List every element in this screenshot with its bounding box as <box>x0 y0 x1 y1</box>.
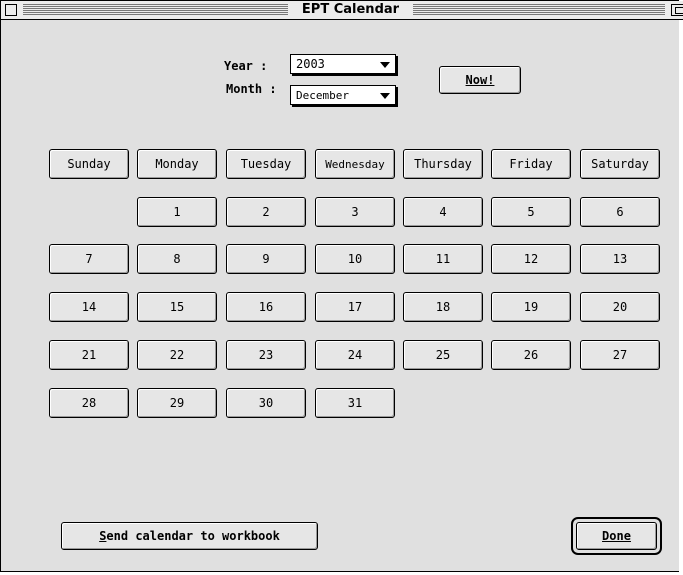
close-box-icon[interactable] <box>5 4 17 16</box>
now-button-label: Now! <box>465 73 495 87</box>
day-button-11[interactable]: 11 <box>403 244 483 274</box>
day-button-13[interactable]: 13 <box>580 244 660 274</box>
done-button[interactable]: Done <box>576 522 657 550</box>
day-button-5[interactable]: 5 <box>491 197 571 227</box>
dropdown-arrow-icon <box>380 93 390 99</box>
day-button-31[interactable]: 31 <box>315 388 395 418</box>
year-select-value: 2003 <box>296 57 325 71</box>
day-button-24[interactable]: 24 <box>315 340 395 370</box>
year-select[interactable]: 2003 <box>290 54 396 74</box>
title-bar[interactable]: EPT Calendar <box>1 1 683 20</box>
send-button-mnemonic: S <box>99 529 107 543</box>
weekday-header-friday[interactable]: Friday <box>491 149 571 179</box>
weekday-header-monday[interactable]: Monday <box>137 149 217 179</box>
day-button-30[interactable]: 30 <box>226 388 306 418</box>
day-button-21[interactable]: 21 <box>49 340 129 370</box>
month-select[interactable]: December <box>290 85 396 105</box>
month-label: Month : <box>226 82 277 96</box>
day-button-19[interactable]: 19 <box>491 292 571 322</box>
weekday-header-wednesday[interactable]: Wednesday <box>315 149 395 179</box>
title-stripes-left <box>23 4 288 16</box>
now-button[interactable]: Now! <box>439 66 521 94</box>
day-button-2[interactable]: 2 <box>226 197 306 227</box>
day-button-16[interactable]: 16 <box>226 292 306 322</box>
done-button-label: Done <box>602 529 631 543</box>
send-to-workbook-button[interactable]: Send calendar to workbook <box>61 522 318 550</box>
day-button-14[interactable]: 14 <box>49 292 129 322</box>
day-button-28[interactable]: 28 <box>49 388 129 418</box>
weekday-header-tuesday[interactable]: Tuesday <box>226 149 306 179</box>
day-button-7[interactable]: 7 <box>49 244 129 274</box>
day-button-27[interactable]: 27 <box>580 340 660 370</box>
day-button-9[interactable]: 9 <box>226 244 306 274</box>
dropdown-arrow-icon <box>380 62 390 68</box>
day-button-22[interactable]: 22 <box>137 340 217 370</box>
day-button-12[interactable]: 12 <box>491 244 571 274</box>
window-title: EPT Calendar <box>288 1 413 19</box>
send-button-label: Send calendar to workbook <box>99 529 280 543</box>
day-button-6[interactable]: 6 <box>580 197 660 227</box>
day-button-29[interactable]: 29 <box>137 388 217 418</box>
day-button-20[interactable]: 20 <box>580 292 660 322</box>
day-button-1[interactable]: 1 <box>137 197 217 227</box>
year-label: Year : <box>224 59 268 73</box>
day-button-17[interactable]: 17 <box>315 292 395 322</box>
weekday-header-sunday[interactable]: Sunday <box>49 149 129 179</box>
weekday-header-thursday[interactable]: Thursday <box>403 149 483 179</box>
calendar-window: EPT Calendar Year : 2003 Month : Decembe… <box>0 0 683 572</box>
day-button-25[interactable]: 25 <box>403 340 483 370</box>
title-stripes-right <box>413 4 665 16</box>
day-button-3[interactable]: 3 <box>315 197 395 227</box>
day-button-23[interactable]: 23 <box>226 340 306 370</box>
day-button-18[interactable]: 18 <box>403 292 483 322</box>
weekday-header-saturday[interactable]: Saturday <box>580 149 660 179</box>
day-button-10[interactable]: 10 <box>315 244 395 274</box>
day-button-26[interactable]: 26 <box>491 340 571 370</box>
day-button-15[interactable]: 15 <box>137 292 217 322</box>
day-button-8[interactable]: 8 <box>137 244 217 274</box>
collapse-box-icon[interactable] <box>671 4 683 16</box>
month-select-value: December <box>296 89 349 102</box>
day-button-4[interactable]: 4 <box>403 197 483 227</box>
